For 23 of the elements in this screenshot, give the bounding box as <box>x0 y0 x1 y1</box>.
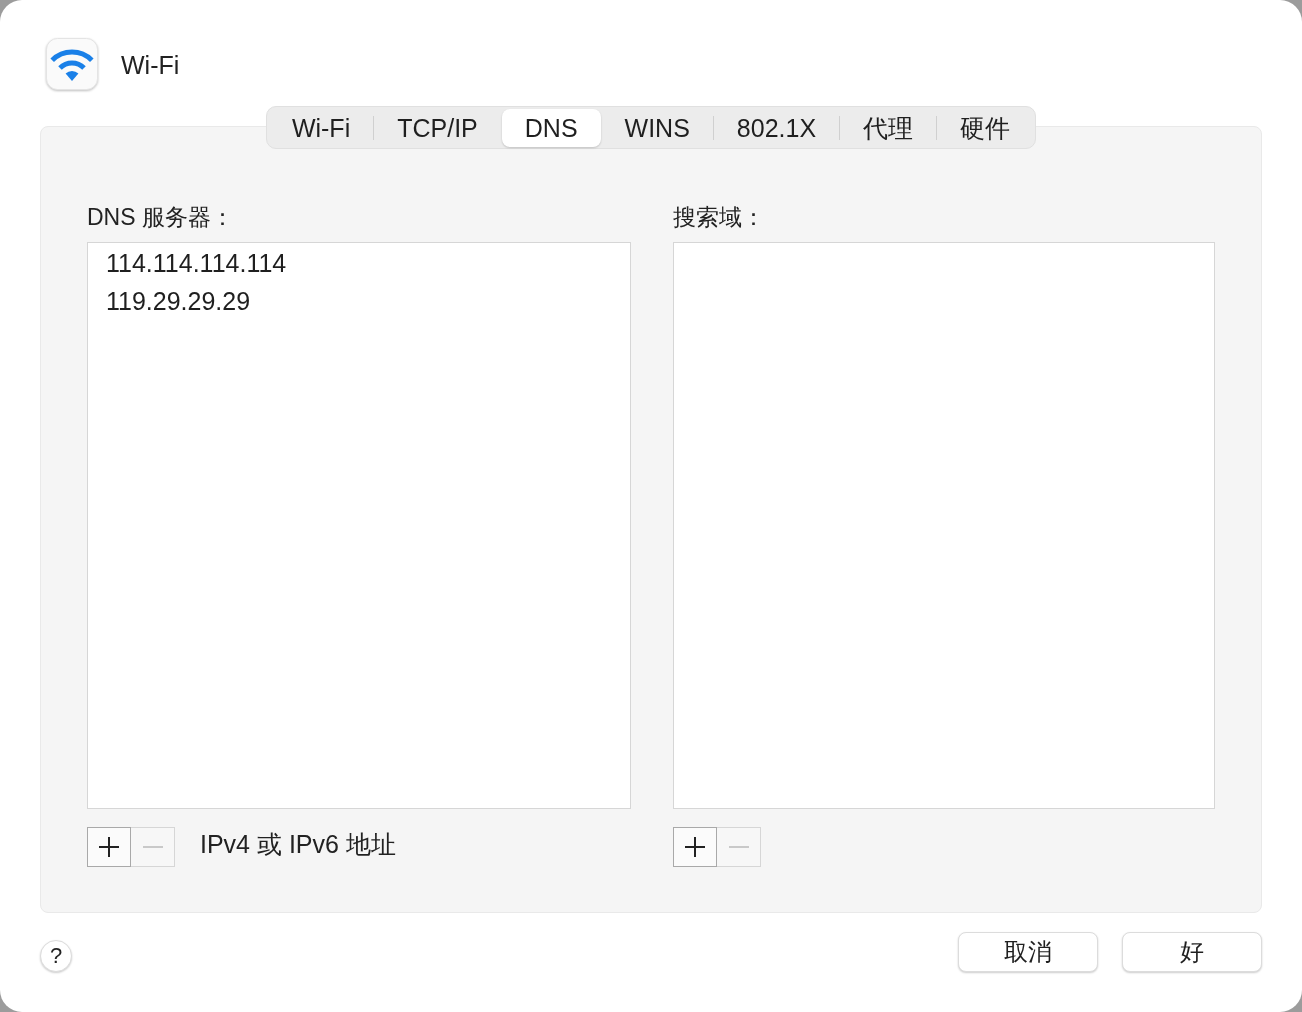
help-button[interactable]: ? <box>40 940 72 972</box>
window-title: Wi-Fi <box>121 49 180 80</box>
minus-icon <box>728 846 749 848</box>
tab[interactable]: 802.1X <box>713 108 840 147</box>
dns-server-entry[interactable]: 119.29.29.29 <box>88 283 630 321</box>
section-label: DNS 服务器： <box>87 204 234 230</box>
tab[interactable]: DNS <box>501 108 601 147</box>
add-button[interactable] <box>673 827 717 867</box>
add-button[interactable] <box>87 827 131 867</box>
tab[interactable]: TCP/IP <box>374 108 501 147</box>
tab[interactable]: 硬件 <box>937 108 1034 147</box>
tab[interactable]: 代理 <box>840 108 937 147</box>
dialog-button[interactable]: 取消 <box>958 932 1098 972</box>
plus-icon <box>99 837 119 857</box>
wifi-icon <box>46 38 98 91</box>
minus-icon <box>142 846 163 848</box>
section-label: 搜索域： <box>673 204 765 230</box>
plus-icon <box>685 837 705 857</box>
dns-server-entry[interactable]: 114.114.114.114 <box>88 245 630 283</box>
tab[interactable]: WINS <box>601 108 713 147</box>
hint-text: IPv4 或 IPv6 地址 <box>200 829 396 859</box>
tab[interactable]: Wi-Fi <box>268 108 374 147</box>
dialog-button[interactable]: 好 <box>1122 932 1262 972</box>
